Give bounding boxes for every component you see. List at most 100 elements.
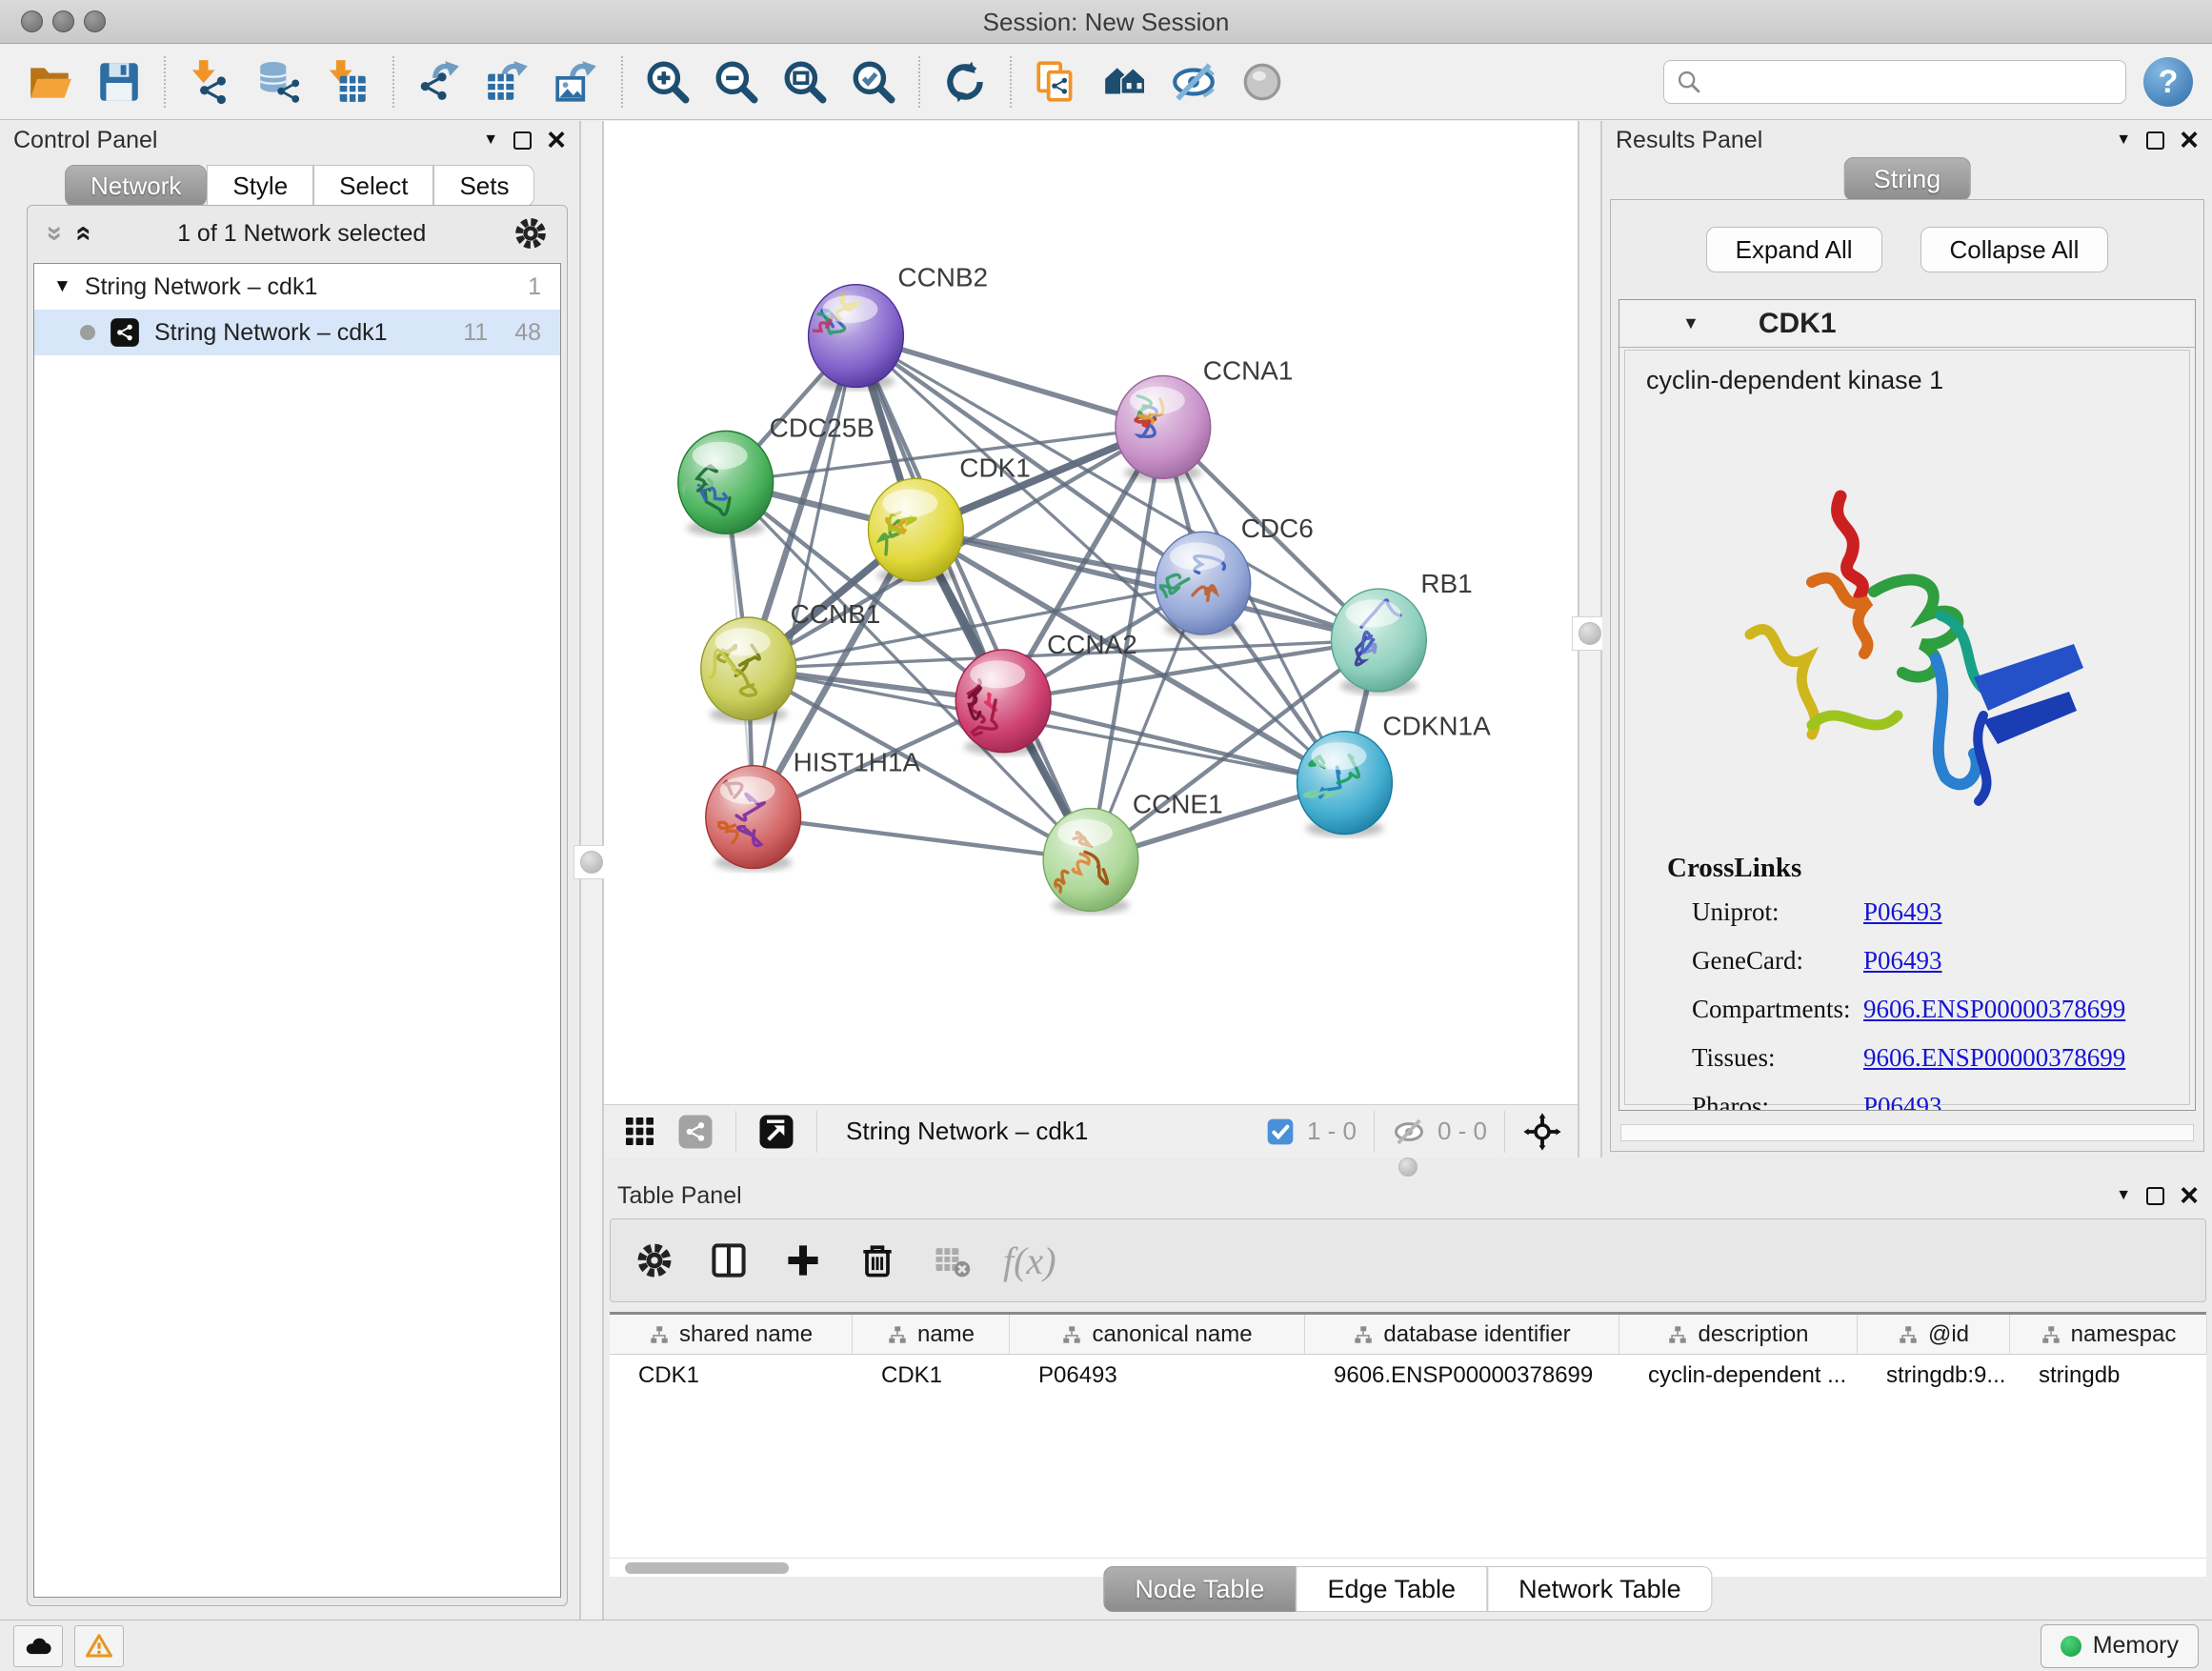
fit-content-crosshair-icon[interactable] <box>1522 1112 1562 1152</box>
table-splitter[interactable] <box>604 1158 2212 1177</box>
float-table-icon[interactable] <box>2146 1187 2164 1205</box>
network-row[interactable]: String Network – cdk1 11 48 <box>34 310 560 355</box>
tab-select[interactable]: Select <box>313 165 433 207</box>
expand-all-button[interactable]: Expand All <box>1706 227 1882 272</box>
table-options-button[interactable] <box>632 1238 677 1283</box>
open-session-button[interactable] <box>19 51 82 112</box>
column-header-description[interactable]: description <box>1619 1315 1858 1354</box>
export-network-button[interactable] <box>408 51 471 112</box>
zoom-selected-button[interactable] <box>842 51 905 112</box>
left-splitter[interactable] <box>579 121 604 1620</box>
gene-expander-icon[interactable]: ▼ <box>1682 313 1699 333</box>
collapse-panel-icon[interactable]: ▼ <box>483 131 498 149</box>
cell-shared-name[interactable]: CDK1 <box>610 1355 853 1399</box>
birdseye-view-button[interactable] <box>674 1111 716 1153</box>
collapse-results-icon[interactable]: ▼ <box>2116 131 2131 149</box>
memory-button[interactable]: Memory <box>2041 1624 2199 1668</box>
column-header-id[interactable]: @id <box>1858 1315 2010 1354</box>
network-node-CCNA1[interactable]: CCNA1 <box>1116 355 1294 481</box>
cell-id[interactable]: stringdb:9... <box>1858 1355 2010 1399</box>
export-view-button[interactable] <box>755 1111 797 1153</box>
zoom-in-button[interactable] <box>636 51 699 112</box>
cell-canonical-name[interactable]: P06493 <box>1010 1355 1305 1399</box>
import-network-file-button[interactable] <box>179 51 242 112</box>
zoom-out-button[interactable] <box>705 51 768 112</box>
network-canvas[interactable]: CCNB2CCNA1CDC25BCDK1CDC6RB1CCNB1CCNA2CDK… <box>604 121 1578 1104</box>
tab-style[interactable]: Style <box>207 165 313 207</box>
network-options-gear-icon[interactable] <box>512 214 550 252</box>
tab-network[interactable]: Network <box>65 165 207 207</box>
cell-database-identifier[interactable]: 9606.ENSP00000378699 <box>1305 1355 1619 1399</box>
close-table-icon[interactable]: × <box>2180 1186 2199 1205</box>
tab-network-table[interactable]: Network Table <box>1487 1566 1713 1612</box>
search-box[interactable] <box>1663 60 2126 104</box>
network-edge[interactable] <box>754 336 856 817</box>
network-node-CCNE1[interactable]: CCNE1 <box>1043 790 1223 915</box>
import-network-database-button[interactable] <box>248 51 311 112</box>
help-button[interactable]: ? <box>2143 57 2193 107</box>
expand-all-networks-icon[interactable]: « <box>68 226 100 242</box>
function-builder-button[interactable]: f(x) <box>1003 1238 1056 1283</box>
cell-description[interactable]: cyclin-dependent ... <box>1619 1355 1858 1399</box>
collection-expander-icon[interactable]: ▼ <box>53 276 71 297</box>
results-scrollbar[interactable] <box>1620 1124 2194 1141</box>
network-edge[interactable] <box>855 336 1091 860</box>
network-node-CDKN1A[interactable]: CDKN1A <box>1297 712 1492 837</box>
close-results-icon[interactable]: × <box>2180 131 2199 150</box>
tab-sets[interactable]: Sets <box>433 165 534 207</box>
create-column-button[interactable] <box>780 1238 826 1283</box>
selected-checkbox-icon[interactable] <box>1265 1117 1296 1147</box>
crosslink-genecard-link[interactable]: P06493 <box>1863 946 1942 976</box>
column-header-shared-name[interactable]: shared name <box>610 1315 853 1354</box>
hide-selected-button[interactable] <box>1162 51 1225 112</box>
warnings-button[interactable] <box>74 1625 124 1667</box>
delete-table-button[interactable] <box>929 1238 975 1283</box>
table-scrollbar-thumb[interactable] <box>625 1562 789 1574</box>
copy-style-button[interactable] <box>1025 51 1088 112</box>
right-splitter[interactable] <box>1578 121 1602 1158</box>
crosslink-pharos-link[interactable]: P06493 <box>1863 1092 1942 1111</box>
cell-namespace[interactable]: stringdb <box>2010 1355 2207 1399</box>
show-columns-button[interactable] <box>706 1238 752 1283</box>
zoom-fit-button[interactable] <box>774 51 836 112</box>
save-session-button[interactable] <box>88 51 151 112</box>
delete-column-button[interactable] <box>855 1238 900 1283</box>
network-edge[interactable] <box>754 817 1091 860</box>
network-node-CCNB2[interactable]: CCNB2 <box>807 263 988 391</box>
cell-name[interactable]: CDK1 <box>853 1355 1010 1399</box>
show-all-button[interactable] <box>1231 51 1294 112</box>
network-node-CCNB1[interactable]: CCNB1 <box>701 599 881 723</box>
column-header-database-identifier[interactable]: database identifier <box>1305 1315 1619 1354</box>
collapse-table-icon[interactable]: ▼ <box>2116 1187 2131 1204</box>
column-header-namespace[interactable]: namespac <box>2010 1315 2207 1354</box>
network-node-RB1[interactable]: RB1 <box>1332 569 1473 695</box>
crosslink-tissues-link[interactable]: 9606.ENSP00000378699 <box>1863 1043 2125 1073</box>
collapse-all-button[interactable]: Collapse All <box>1920 227 2109 272</box>
show-grid-button[interactable] <box>619 1111 661 1153</box>
column-header-canonical-name[interactable]: canonical name <box>1010 1315 1305 1354</box>
selected-count: 1 - 0 <box>1307 1117 1357 1146</box>
float-panel-icon[interactable] <box>513 131 532 150</box>
network-node-HIST1H1A[interactable]: HIST1H1A <box>706 748 921 872</box>
network-collection-row[interactable]: ▼ String Network – cdk1 1 <box>34 264 560 310</box>
crosslink-compartments-link[interactable]: 9606.ENSP00000378699 <box>1863 995 2125 1024</box>
tab-edge-table[interactable]: Edge Table <box>1296 1566 1487 1612</box>
cloud-status-button[interactable] <box>13 1625 63 1667</box>
collapse-all-networks-icon[interactable]: « <box>36 226 69 242</box>
tab-string[interactable]: String <box>1844 157 1971 201</box>
search-input[interactable] <box>1712 69 2114 95</box>
export-table-button[interactable] <box>476 51 539 112</box>
network-tab-panel: « « 1 of 1 Network selected ▼ String Net… <box>27 205 568 1606</box>
tab-node-table[interactable]: Node Table <box>1103 1566 1296 1612</box>
gene-card-header[interactable]: ▼ CDK1 <box>1619 300 2195 348</box>
import-table-file-button[interactable] <box>316 51 379 112</box>
table-splitter-handle[interactable] <box>1398 1158 1418 1177</box>
close-panel-icon[interactable]: × <box>547 131 566 150</box>
table-row[interactable]: CDK1 CDK1 P06493 9606.ENSP00000378699 cy… <box>610 1355 2206 1399</box>
float-results-icon[interactable] <box>2146 131 2164 150</box>
column-header-name[interactable]: name <box>853 1315 1010 1354</box>
apply-layout-button[interactable] <box>934 51 996 112</box>
crosslink-uniprot-link[interactable]: P06493 <box>1863 897 1942 927</box>
first-neighbors-button[interactable] <box>1094 51 1156 112</box>
export-image-button[interactable] <box>545 51 608 112</box>
